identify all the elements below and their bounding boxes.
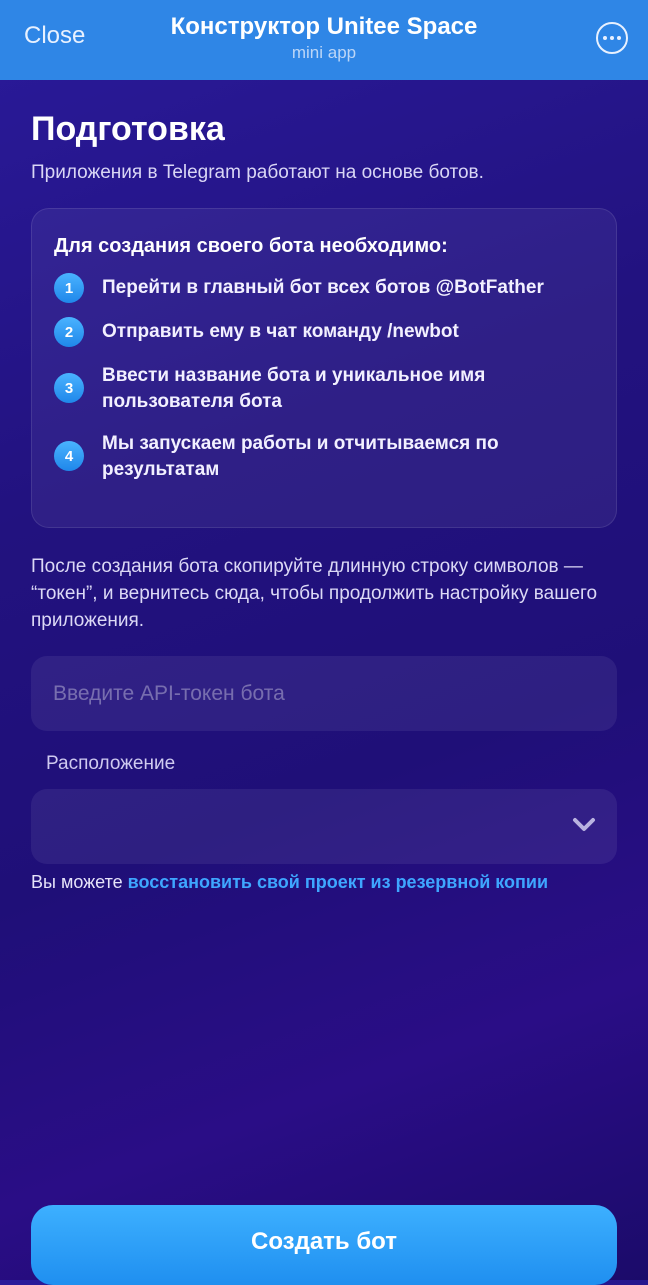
location-label: Расположение [46, 753, 176, 774]
restore-prefix: Вы можете [31, 872, 128, 892]
location-select[interactable] [31, 789, 617, 864]
step-item: 4 Мы запускаем работы и отчитываемся по … [54, 429, 596, 483]
steps-title: Для создания своего бота необходимо: [54, 235, 448, 257]
step-text: Ввести название бота и уникальное имя по… [102, 365, 486, 412]
step-number-badge: 2 [54, 317, 84, 347]
title-block: Конструктор Unitee Space mini app [0, 12, 648, 64]
step-text: Мы запускаем работы и отчитываемся по ре… [102, 433, 499, 480]
step-text: Отправить ему в чат команду /newbot [102, 321, 459, 342]
api-token-input[interactable] [31, 656, 617, 731]
intro-text: Приложения в Telegram работают на основе… [31, 162, 484, 183]
step-item: 1 Перейти в главный бот всех ботов @BotF… [54, 273, 596, 303]
more-horizontal-icon[interactable] [596, 22, 628, 54]
step-number-badge: 1 [54, 273, 84, 303]
page-title: Подготовка [31, 110, 225, 148]
restore-line: Вы можете восстановить свой проект из ре… [31, 872, 548, 893]
step-item: 2 Отправить ему в чат команду /newbot [54, 317, 596, 347]
step-number-badge: 4 [54, 441, 84, 471]
step-text: Перейти в главный бот всех ботов @BotFat… [102, 277, 544, 298]
app-subtitle: mini app [291, 43, 357, 62]
more-dot [610, 36, 614, 40]
top-bar: Close Конструктор Unitee Space mini app [0, 0, 648, 80]
step-number-badge: 3 [54, 373, 84, 403]
chevron-down-icon [573, 818, 595, 831]
more-dot [603, 36, 607, 40]
app-title: Конструктор Unitee Space [170, 13, 478, 40]
more-dot [617, 36, 621, 40]
token-instructions: После создания бота скопируйте длинную с… [31, 556, 598, 631]
step-item: 3 Ввести название бота и уникальное имя … [54, 361, 596, 415]
create-bot-button[interactable]: Создать бот [31, 1205, 617, 1285]
restore-backup-link[interactable]: восстановить свой проект из резервной ко… [128, 872, 548, 892]
steps-card: Для создания своего бота необходимо: 1 П… [31, 208, 617, 528]
